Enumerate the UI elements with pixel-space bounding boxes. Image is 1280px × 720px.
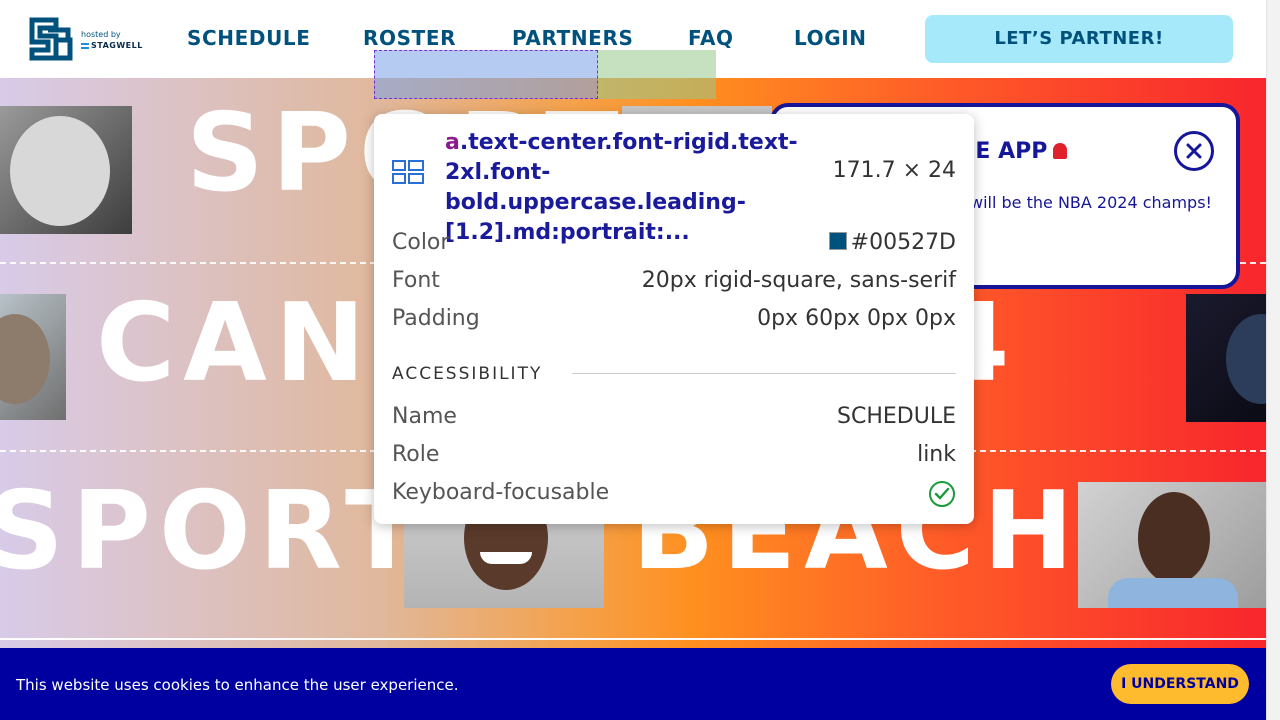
siren-icon: [1053, 143, 1068, 159]
font-row: Font 20px rigid-square, sans-serif: [392, 268, 956, 298]
color-hex: #00527D: [850, 230, 956, 255]
padding-label: Padding: [392, 306, 480, 331]
color-swatch: [828, 232, 847, 250]
name-label: Name: [392, 404, 457, 429]
role-label: Role: [392, 442, 440, 467]
nav-schedule[interactable]: SCHEDULE: [187, 26, 311, 50]
nav-login[interactable]: LOGIN: [794, 26, 867, 50]
hero-text-sport-2: SPORT: [0, 469, 427, 594]
inspect-highlight-padding: [598, 50, 716, 99]
a11y-focusable-row: Keyboard-focusable: [392, 480, 956, 510]
role-value: link: [917, 442, 956, 467]
cookie-accept-button[interactable]: I UNDERSTAND: [1111, 664, 1249, 704]
lets-partner-button[interactable]: LET’S PARTNER!: [925, 15, 1233, 63]
stagwell-label: STAGWELL: [91, 41, 143, 50]
padding-value: 0px 60px 0px 0px: [757, 306, 956, 331]
name-value: SCHEDULE: [837, 404, 956, 429]
checkmark-icon: [929, 481, 955, 507]
stagwell-logo: STAGWELL: [81, 41, 143, 50]
focusable-label: Keyboard-focusable: [392, 480, 610, 505]
logo[interactable]: hosted by STAGWELL: [26, 14, 146, 64]
close-icon: [1186, 143, 1202, 159]
athlete-photo: [1078, 482, 1266, 608]
athlete-photo: [0, 106, 132, 234]
color-value: #00527D: [828, 230, 956, 255]
close-button[interactable]: [1174, 131, 1214, 171]
hosted-by-label: hosted by: [81, 30, 121, 39]
cookie-message: This website uses cookies to enhance the…: [16, 676, 459, 694]
font-label: Font: [392, 268, 440, 293]
inspect-highlight-content: [374, 50, 598, 99]
flex-layout-icon: [392, 160, 424, 184]
nav-faq[interactable]: FAQ: [688, 26, 734, 50]
a11y-name-row: Name SCHEDULE: [392, 404, 956, 434]
element-size: 171.7 × 24: [832, 158, 956, 183]
cookie-banner: This website uses cookies to enhance the…: [0, 648, 1266, 720]
element-classes: .text-center.font-rigid.text-2xl.font-bo…: [445, 130, 798, 245]
element-tag: a: [445, 130, 460, 155]
a11y-role-row: Role link: [392, 442, 956, 472]
nav-partners[interactable]: PARTNERS: [512, 26, 633, 50]
accessibility-heading: ACCESSIBILITY: [392, 364, 543, 384]
sb-logo-icon: [29, 17, 73, 61]
athlete-photo: [1186, 294, 1266, 422]
section-divider: [572, 373, 956, 374]
devtools-inspect-tooltip: a.text-center.font-rigid.text-2xl.font-b…: [374, 114, 974, 524]
nav-roster[interactable]: ROSTER: [363, 26, 456, 50]
promo-text: will be the NBA 2024 champs!: [970, 193, 1212, 212]
page-scrollbar[interactable]: [1266, 0, 1280, 720]
stagwell-icon: [81, 42, 89, 49]
font-value: 20px rigid-square, sans-serif: [641, 268, 956, 293]
athlete-photo: [0, 294, 66, 420]
padding-row: Padding 0px 60px 0px 0px: [392, 306, 956, 336]
hero-divider: [0, 638, 1266, 640]
color-row: Color #00527D: [392, 230, 956, 260]
color-label: Color: [392, 230, 450, 255]
